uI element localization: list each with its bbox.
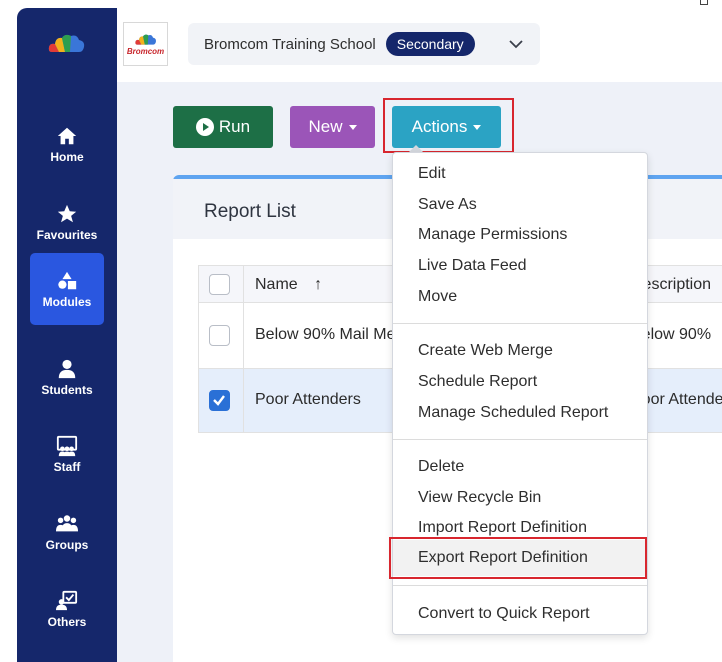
- menu-divider: [393, 585, 647, 586]
- sidebar-item-label: Others: [47, 614, 87, 629]
- sidebar-item-others[interactable]: Others: [30, 573, 104, 645]
- sidebar-item-label: Favourites: [36, 227, 98, 242]
- column-name-label: Name: [255, 276, 298, 293]
- select-all-checkbox[interactable]: [209, 274, 230, 295]
- menu-item-create-web-merge[interactable]: Create Web Merge: [393, 336, 647, 366]
- sidebar-item-favourites[interactable]: Favourites: [30, 186, 104, 258]
- star-icon: [57, 204, 77, 222]
- school-type-badge: Secondary: [385, 32, 475, 56]
- panel-title: Report List: [204, 201, 296, 222]
- sidebar-item-label: Students: [41, 382, 93, 397]
- menu-item-delete[interactable]: Delete: [393, 452, 647, 482]
- menu-item-edit[interactable]: Edit: [393, 159, 647, 189]
- sidebar-item-label: Home: [50, 149, 84, 164]
- actions-highlight-box: [383, 98, 514, 153]
- check-icon: [213, 395, 225, 406]
- sidebar-item-home[interactable]: Home: [30, 108, 104, 180]
- menu-divider: [393, 439, 647, 440]
- student-icon: [58, 359, 76, 378]
- school-name: Bromcom Training School: [204, 35, 376, 53]
- sidebar-item-label: Groups: [45, 537, 89, 552]
- sort-ascending-icon: ↑: [314, 276, 323, 293]
- others-icon: [56, 590, 78, 610]
- app-logo-icon[interactable]: [48, 32, 86, 56]
- sidebar: Home Favourites Modules Students Staff G…: [17, 8, 117, 662]
- column-header-name[interactable]: Name ↑: [255, 276, 322, 294]
- play-circle-icon: [195, 118, 214, 136]
- sidebar-item-staff[interactable]: Staff: [30, 418, 104, 490]
- top-header: Bromcom Bromcom Training School Secondar…: [117, 8, 722, 82]
- sidebar-item-label: Modules: [42, 294, 92, 309]
- run-label: Run: [218, 117, 251, 136]
- menu-item-live-data-feed[interactable]: Live Data Feed: [393, 251, 647, 281]
- sidebar-item-modules[interactable]: Modules: [30, 253, 104, 325]
- home-icon: [57, 127, 77, 144]
- bromcom-logo-icon: [134, 34, 156, 45]
- sidebar-item-groups[interactable]: Groups: [30, 496, 104, 568]
- export-highlight-box: [389, 537, 647, 579]
- chevron-down-icon[interactable]: [508, 36, 524, 52]
- new-button[interactable]: New: [290, 106, 375, 148]
- menu-item-convert-to-quick-report[interactable]: Convert to Quick Report: [393, 599, 647, 629]
- school-logo: Bromcom: [123, 22, 168, 66]
- sidebar-item-label: Staff: [53, 459, 81, 474]
- select-all-cell: [199, 266, 244, 302]
- caret-down-icon: [348, 124, 357, 130]
- run-button[interactable]: Run: [173, 106, 273, 148]
- row-checkbox[interactable]: [209, 325, 230, 346]
- menu-item-move[interactable]: Move: [393, 282, 647, 312]
- staff-icon: [56, 435, 78, 456]
- menu-item-view-recycle-bin[interactable]: View Recycle Bin: [393, 483, 647, 513]
- row-check-cell: [199, 303, 244, 368]
- menu-item-save-as[interactable]: Save As: [393, 190, 647, 220]
- menu-item-manage-permissions[interactable]: Manage Permissions: [393, 220, 647, 250]
- school-selector[interactable]: Bromcom Training School Secondary: [188, 23, 540, 65]
- school-logo-text: Bromcom: [126, 46, 165, 56]
- menu-item-manage-scheduled-report[interactable]: Manage Scheduled Report: [393, 398, 647, 428]
- modules-icon: [58, 271, 77, 289]
- menu-item-schedule-report[interactable]: Schedule Report: [393, 367, 647, 397]
- row-check-cell: [199, 369, 244, 432]
- sidebar-item-students[interactable]: Students: [30, 341, 104, 413]
- new-label: New: [308, 117, 343, 136]
- window-corner-mark: [700, 0, 708, 5]
- groups-icon: [56, 514, 78, 531]
- menu-divider: [393, 323, 647, 324]
- row-checkbox-checked[interactable]: [209, 390, 230, 411]
- row-name: Poor Attenders: [255, 391, 361, 408]
